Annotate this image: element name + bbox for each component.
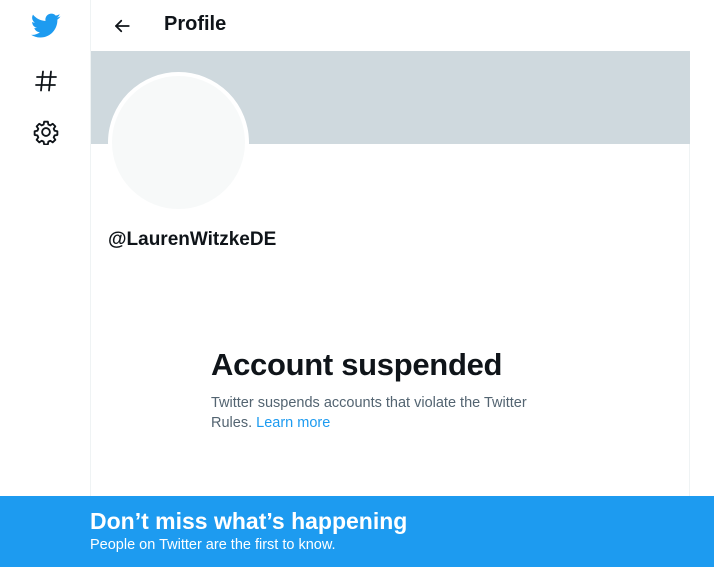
bottom-bar-subtitle: People on Twitter are the first to know. xyxy=(90,537,336,553)
signup-bottom-bar: Don’t miss what’s happening People on Tw… xyxy=(0,496,714,567)
suspension-title: Account suspended xyxy=(211,347,503,382)
profile-handle: @LaurenWitzkeDE xyxy=(108,229,277,250)
learn-more-link[interactable]: Learn more xyxy=(256,415,330,431)
profile-header: Profile xyxy=(91,0,690,51)
page-title: Profile xyxy=(164,13,227,35)
main-column: Profile @LaurenWitzkeDE Account suspende… xyxy=(90,0,690,567)
avatar xyxy=(108,72,249,213)
settings-gear-icon[interactable] xyxy=(30,116,62,148)
bottom-bar-title: Don’t miss what’s happening xyxy=(90,508,408,534)
hashtag-icon[interactable] xyxy=(30,65,62,97)
twitter-logo-icon[interactable] xyxy=(30,10,62,42)
suspension-description: Twitter suspends accounts that violate t… xyxy=(211,393,561,433)
sidebar xyxy=(0,0,90,567)
arrow-left-icon xyxy=(115,19,130,33)
back-button[interactable] xyxy=(105,9,139,43)
